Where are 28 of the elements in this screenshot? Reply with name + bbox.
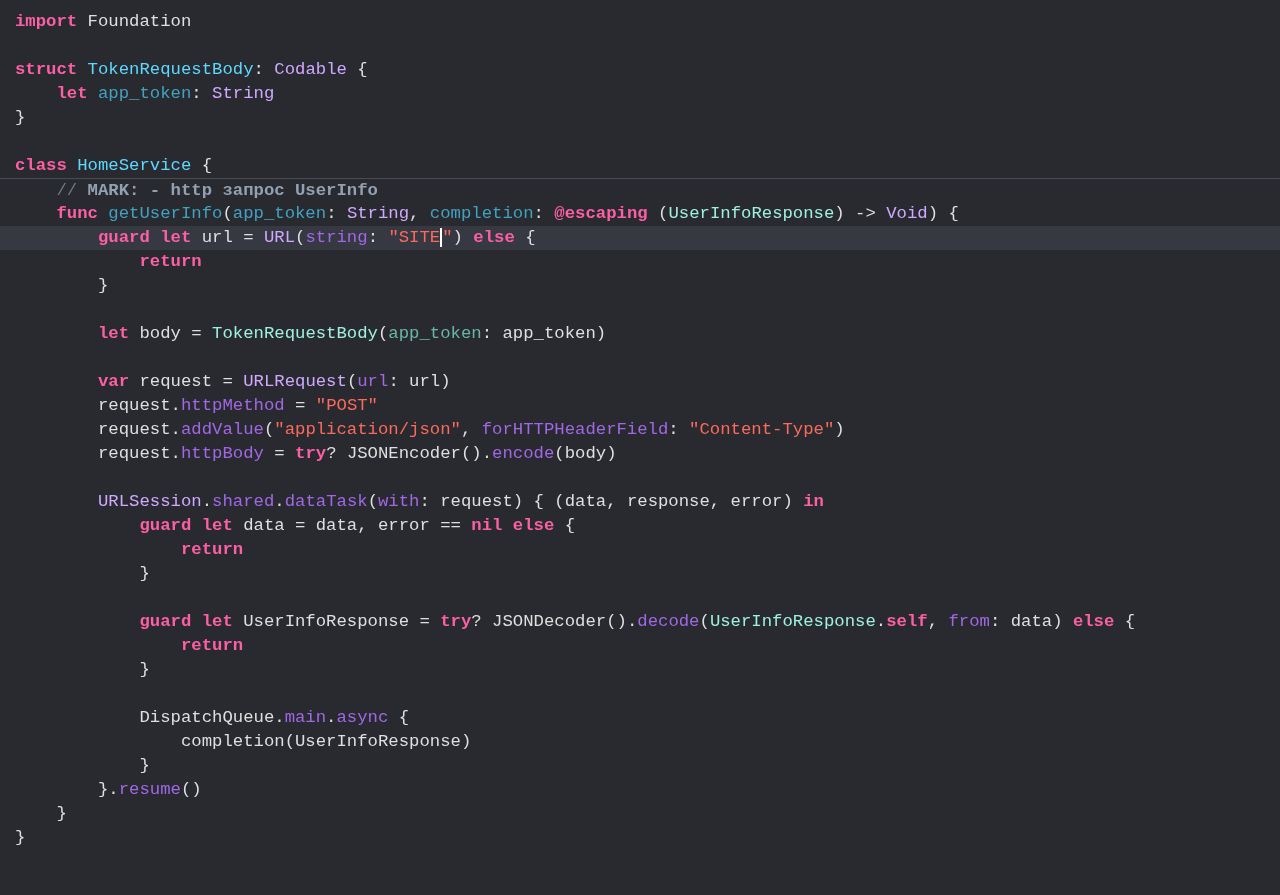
code-line: import Foundation xyxy=(15,11,192,33)
code-line: }.resume() xyxy=(97,779,202,801)
code-line: completion(UserInfoResponse) xyxy=(180,731,472,753)
code-line: struct TokenRequestBody: Codable { xyxy=(15,59,368,81)
code-line: let body = TokenRequestBody(app_token: app_token) xyxy=(97,323,607,345)
code-line: request.httpBody = try? JSONEncoder().encode(body) xyxy=(97,443,617,465)
code-line: } xyxy=(15,107,26,129)
code-line: class HomeService { xyxy=(15,155,213,177)
code-line: func getUserInfo(app_token: String, completion: @escaping (UserInfoResponse) -> Void) { xyxy=(56,203,959,225)
code-line: var request = URLRequest(url: url) xyxy=(97,371,451,393)
code-line: return xyxy=(139,251,202,273)
code-line: URLSession.shared.dataTask(with: request) { (data, response, error) in xyxy=(97,491,824,513)
code-line: request.addValue("application/json", forHTTPHeaderField: "Content-Type") xyxy=(97,419,845,441)
code-line: let app_token: String xyxy=(56,83,275,105)
code-line: return xyxy=(180,539,244,561)
code-line: DispatchQueue.main.async { xyxy=(139,707,410,729)
code-line: guard let UserInfoResponse = try? JSONDecoder().decode(UserInfoResponse.self, from: data) else { xyxy=(139,611,1136,633)
code-line: } xyxy=(15,827,26,849)
code-line: // MARK: - http запрос UserInfo xyxy=(56,180,378,202)
code-line: } xyxy=(139,755,150,777)
code-line: request.httpMethod = "POST" xyxy=(97,395,378,417)
code-line: } xyxy=(139,659,150,681)
code-line: return xyxy=(180,635,244,657)
code-line: guard let url = URL(string: "SITE") else { xyxy=(97,226,536,249)
code-line: } xyxy=(56,803,67,825)
code-line: guard let data = data, error == nil else { xyxy=(139,515,576,537)
code-line: } xyxy=(97,275,109,297)
code-line: } xyxy=(139,563,150,585)
